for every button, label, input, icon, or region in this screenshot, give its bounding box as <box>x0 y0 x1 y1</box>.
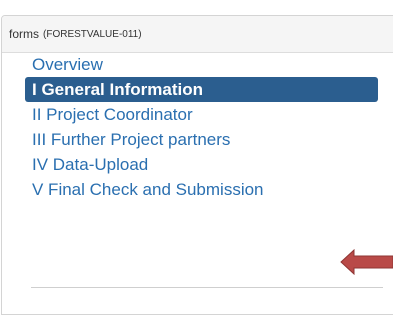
nav-item-label: V Final Check and Submission <box>32 180 264 199</box>
nav-item-data-upload[interactable]: IV Data-Upload <box>25 152 383 177</box>
panel-title: forms <box>9 27 39 41</box>
nav-item-label: II Project Coordinator <box>32 105 193 124</box>
nav-item-final-check-submission[interactable]: V Final Check and Submission <box>25 177 383 202</box>
nav-item-overview[interactable]: Overview <box>25 52 383 77</box>
nav-item-project-coordinator[interactable]: II Project Coordinator <box>25 102 383 127</box>
left-arrow-icon <box>340 249 393 275</box>
form-navigation: Overview I General Information II Projec… <box>25 52 383 202</box>
nav-item-further-project-partners[interactable]: III Further Project partners <box>25 127 383 152</box>
form-code: (FORESTVALUE-011) <box>43 28 142 40</box>
nav-item-label: Overview <box>32 55 103 74</box>
nav-divider <box>31 287 383 288</box>
panel-header: forms (FORESTVALUE-011) <box>2 16 393 53</box>
nav-item-label: IV Data-Upload <box>32 155 149 174</box>
nav-item-general-information[interactable]: I General Information <box>25 77 378 102</box>
nav-item-label: III Further Project partners <box>32 130 231 149</box>
nav-item-label: I General Information <box>32 80 203 99</box>
